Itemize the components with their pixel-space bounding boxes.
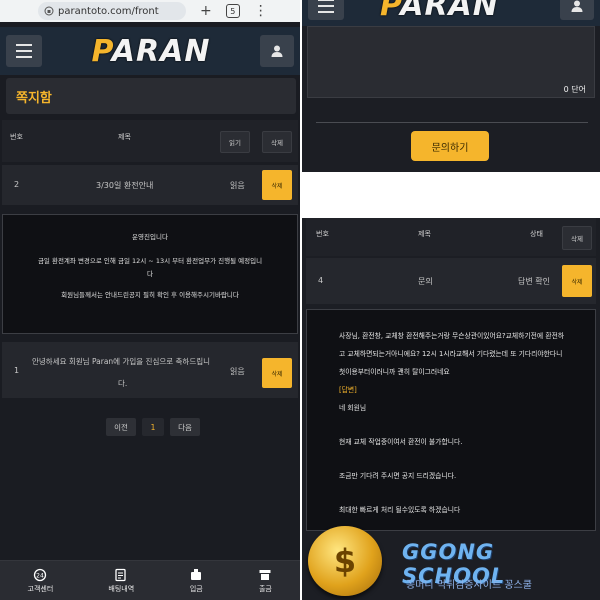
headset-icon: 24 bbox=[34, 568, 47, 581]
nav-deposit[interactable]: 입금 bbox=[189, 568, 203, 594]
svg-text:24: 24 bbox=[37, 572, 45, 579]
message-heading: 운영진입니다 bbox=[132, 233, 168, 241]
user-icon bbox=[271, 45, 283, 57]
bottom-navigation: 24 고객센터 배팅내역 입금 출금 bbox=[0, 560, 300, 600]
message-line: 금일 환전계좌 변경으로 인해 금일 12시 ~ 13시 부터 환전업무가 진행… bbox=[37, 257, 263, 265]
answer-line: 최대한 빠르게 처리 될수있도록 하겠습니다 bbox=[339, 506, 461, 514]
next-page-button[interactable]: 다음 bbox=[170, 418, 200, 436]
col-title: 제목 bbox=[418, 230, 431, 238]
answer-line: 네 회원님 bbox=[339, 404, 367, 412]
site-logo[interactable]: PARAN bbox=[380, 0, 499, 23]
divider bbox=[316, 122, 588, 123]
answer-label: [답변] bbox=[339, 386, 357, 394]
left-screenshot: parantoto.com/front + 5 ⋮ PARAN 쪽지함 번호 제… bbox=[0, 0, 300, 600]
col-title: 제목 bbox=[118, 133, 131, 141]
table-row[interactable]: 2 3/30일 환전안내 읽음 bbox=[2, 165, 298, 205]
col-status: 상태 bbox=[530, 230, 543, 238]
panel-gap bbox=[302, 172, 600, 218]
prev-page-button[interactable]: 이전 bbox=[106, 418, 136, 436]
tab-count-icon[interactable]: 5 bbox=[225, 4, 240, 18]
answer-line: 현재 교체 작업중이여서 환전이 불가합니다. bbox=[339, 438, 463, 446]
row-no: 2 bbox=[14, 180, 20, 189]
row-no: 1 bbox=[14, 366, 20, 375]
watermark: $ GGONG SCHOOL 꽁머니 먹튀검증사이트 꽁스쿨 bbox=[302, 520, 600, 600]
row-status: 답변 확인 bbox=[518, 277, 550, 286]
delete-all-button[interactable]: 삭제 bbox=[262, 131, 292, 153]
table-row[interactable]: 4 문의 답변 확인 bbox=[306, 258, 596, 304]
table-row[interactable]: 1 안녕하세요 회원님 Paran에 가입을 진심으로 축하드립니 다. 읽음 bbox=[2, 342, 298, 398]
inquiry-textarea[interactable]: 0 단어 bbox=[307, 26, 595, 98]
message-content: 운영진입니다 금일 환전계좌 변경으로 인해 금일 12시 ~ 13시 부터 환… bbox=[2, 214, 298, 334]
nav-customer-center[interactable]: 24 고객센터 bbox=[28, 568, 53, 594]
page-title: 쪽지함 bbox=[6, 78, 296, 114]
delete-button[interactable]: 삭제 bbox=[262, 170, 292, 200]
address-bar[interactable]: parantoto.com/front bbox=[38, 2, 186, 20]
row-title-cont[interactable]: 다. bbox=[118, 378, 127, 389]
site-logo[interactable]: PARAN bbox=[92, 34, 211, 69]
browser-toolbar: parantoto.com/front + 5 ⋮ bbox=[0, 0, 300, 22]
question-line: 고 교체하면되는거아니에요? 12시 1시라교해서 기다렸는데 또 기다리야한다… bbox=[339, 350, 563, 358]
withdraw-icon bbox=[259, 569, 271, 580]
right-screenshot: PARAN 0 단어 문의하기 번호 제목 상태 삭제 4 문의 답변 확인 삭… bbox=[302, 0, 600, 600]
col-no: 번호 bbox=[10, 133, 23, 141]
site-header: PARAN bbox=[302, 0, 600, 26]
user-profile-button[interactable] bbox=[560, 0, 594, 20]
row-status: 읽음 bbox=[230, 367, 245, 376]
url-text: parantoto.com/front bbox=[58, 5, 159, 17]
row-status: 읽음 bbox=[230, 181, 245, 190]
site-info-icon[interactable] bbox=[44, 6, 54, 16]
message-line: 다 bbox=[147, 270, 153, 278]
hamburger-menu-button[interactable] bbox=[308, 0, 344, 20]
question-line: 첫이용부터이러니까 괜히 탈이그러네요 bbox=[339, 368, 450, 376]
page-1-button[interactable]: 1 bbox=[142, 418, 164, 436]
question-line: 사장님, 환전창, 교체창 환전해주는거랑 무슨상관이있어요?교체하기전에 환전… bbox=[339, 332, 565, 340]
delete-button[interactable]: 삭제 bbox=[262, 358, 292, 388]
row-title[interactable]: 3/30일 환전안내 bbox=[96, 180, 153, 191]
inquiry-table-header: 번호 제목 상태 bbox=[306, 218, 596, 256]
coin-logo-icon: $ bbox=[308, 526, 382, 596]
hamburger-menu-button[interactable] bbox=[6, 35, 42, 67]
watermark-subtitle: 꽁머니 먹튀검증사이트 꽁스쿨 bbox=[406, 580, 532, 591]
user-profile-button[interactable] bbox=[259, 35, 294, 67]
nav-bet-history[interactable]: 배팅내역 bbox=[108, 568, 134, 594]
more-menu-icon[interactable]: ⋮ bbox=[254, 3, 268, 19]
col-no: 번호 bbox=[316, 230, 329, 238]
submit-inquiry-button[interactable]: 문의하기 bbox=[411, 131, 489, 161]
answer-content: 사장님, 환전창, 교체창 환전해주는거랑 무슨상관이있어요?교체하기전에 환전… bbox=[306, 309, 596, 531]
delete-all-button[interactable]: 삭제 bbox=[562, 226, 592, 250]
row-title[interactable]: 문의 bbox=[418, 276, 433, 287]
row-no: 4 bbox=[318, 276, 324, 285]
answer-line: 조금만 기다려 주시면 공지 드리겠습니다. bbox=[339, 472, 457, 480]
new-tab-icon[interactable]: + bbox=[200, 3, 212, 19]
deposit-icon bbox=[191, 568, 202, 580]
message-table-header: 번호 제목 bbox=[2, 120, 298, 162]
message-line: 회원님들께서는 안내드린공지 필히 확인 후 이용해주시기바랍니다 bbox=[61, 291, 239, 299]
nav-withdraw[interactable]: 출금 bbox=[258, 568, 272, 594]
read-all-button[interactable]: 읽기 bbox=[220, 131, 250, 153]
delete-button[interactable]: 삭제 bbox=[562, 265, 592, 297]
pagination: 이전 1 다음 bbox=[106, 418, 200, 436]
row-title[interactable]: 안녕하세요 회원님 Paran에 가입을 진심으로 축하드립니 bbox=[32, 356, 210, 367]
bet-history-icon bbox=[115, 568, 126, 581]
site-header: PARAN bbox=[0, 27, 300, 75]
user-icon bbox=[571, 0, 583, 12]
word-counter: 0 단어 bbox=[563, 85, 586, 94]
